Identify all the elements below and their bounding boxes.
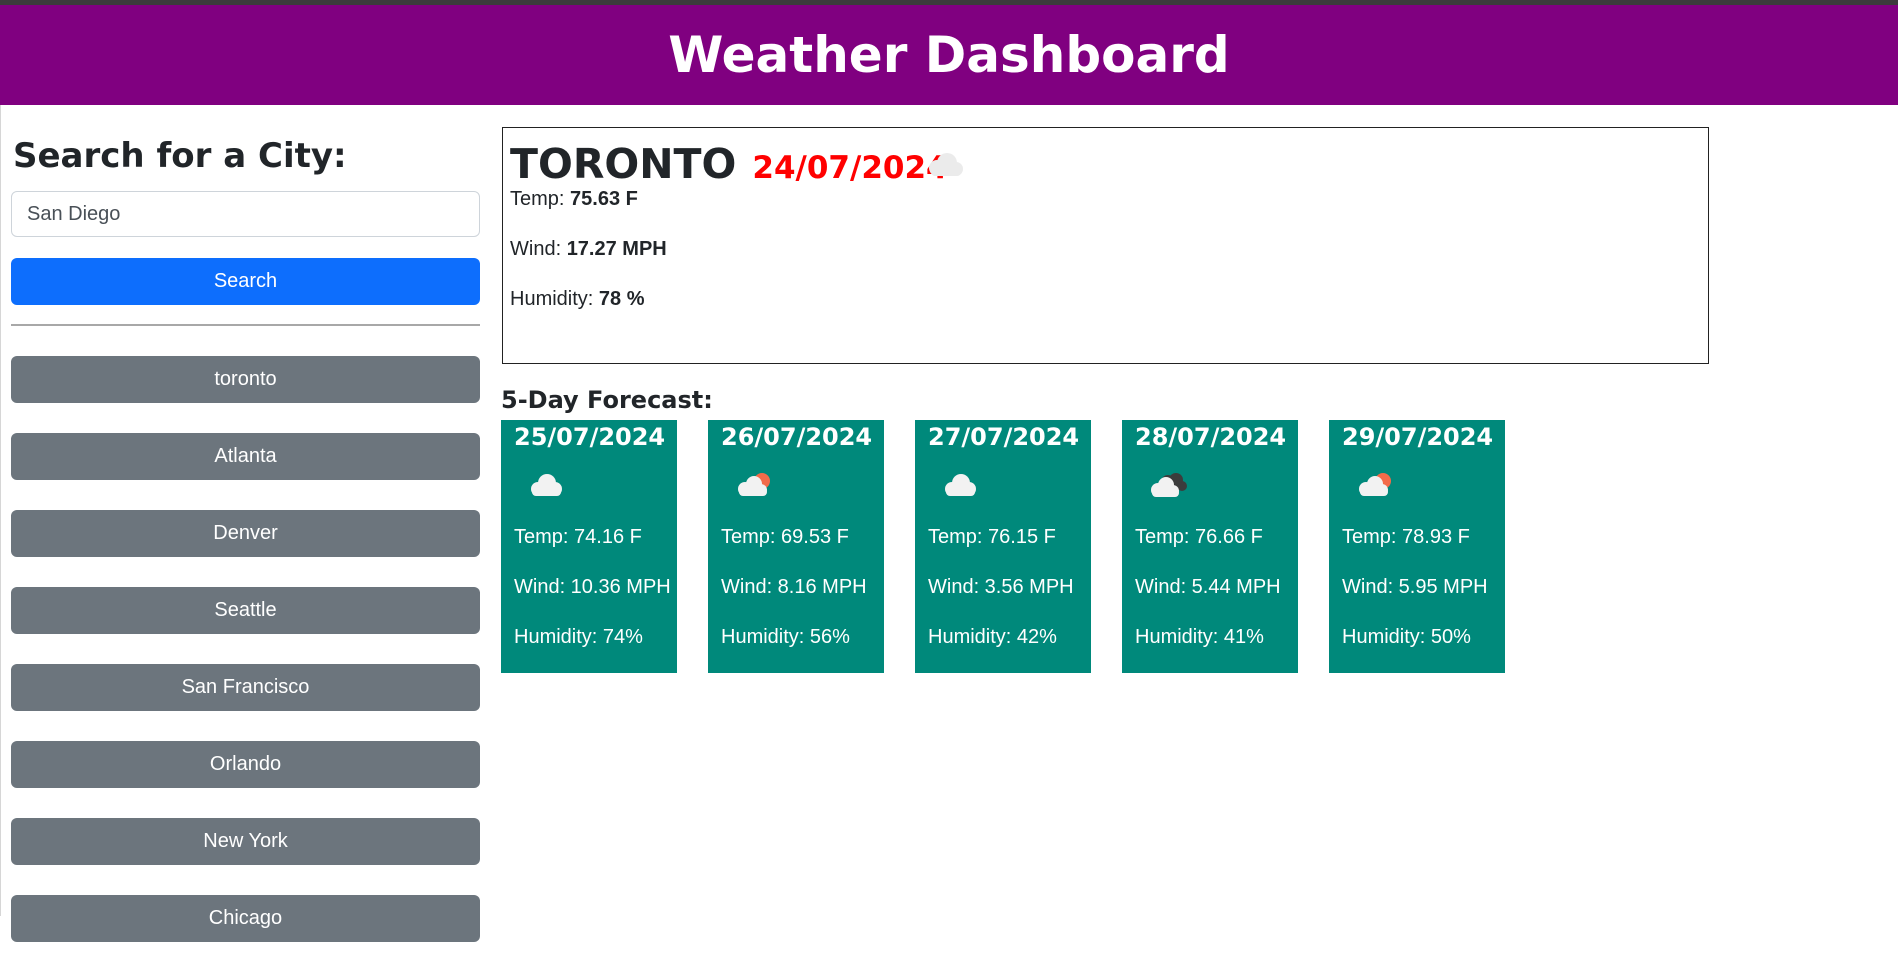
forecast-date: 26/07/2024 xyxy=(721,423,873,451)
search-history-list: toronto Atlanta Denver Seattle San Franc… xyxy=(11,356,480,972)
forecast-date: 29/07/2024 xyxy=(1342,423,1494,451)
humidity-label: Humidity: xyxy=(510,288,594,310)
history-button-seattle[interactable]: Seattle xyxy=(11,587,480,634)
temp-label: Temp: xyxy=(510,188,565,210)
forecast-date: 25/07/2024 xyxy=(514,423,666,451)
forecast-card: 27/07/2024 Temp: 76.15 F Wind: 3.56 MPH … xyxy=(915,420,1091,673)
current-temp: Temp: 75.63 F xyxy=(510,188,638,211)
app-header: Weather Dashboard xyxy=(0,5,1898,105)
history-button-denver[interactable]: Denver xyxy=(11,510,480,557)
forecast-card: 26/07/2024 Temp: 69.53 F Wind: 8.16 MPH … xyxy=(708,420,884,673)
current-title-row: TORONTO 24/07/2024 xyxy=(510,140,948,188)
partly-cloudy-sun-icon xyxy=(1353,470,1397,505)
forecast-humidity: Humidity: 42% xyxy=(928,626,1057,648)
search-button[interactable]: Search xyxy=(11,258,480,305)
humidity-value: 78 % xyxy=(598,288,645,310)
forecast-card: 25/07/2024 Temp: 74.16 F Wind: 10.36 MPH… xyxy=(501,420,677,673)
history-button-new-york[interactable]: New York xyxy=(11,818,480,865)
temp-value: 75.63 F xyxy=(570,188,638,210)
current-city-name: TORONTO xyxy=(510,140,737,188)
forecast-humidity: Humidity: 74% xyxy=(514,626,643,648)
forecast-temp: Temp: 69.53 F xyxy=(721,526,849,548)
forecast-humidity: Humidity: 50% xyxy=(1342,626,1471,648)
current-date: 24/07/2024 xyxy=(752,150,948,186)
wind-value: 17.27 MPH xyxy=(566,238,667,260)
wind-label: Wind: xyxy=(510,238,562,260)
history-button-san-francisco[interactable]: San Francisco xyxy=(11,664,480,711)
forecast-heading: 5-Day Forecast: xyxy=(501,386,713,414)
forecast-card: 28/07/2024 Temp: 76.66 F Wind: 5.44 MPH … xyxy=(1122,420,1298,673)
current-humidity: Humidity: 78 % xyxy=(510,288,645,311)
left-edge-line xyxy=(0,105,1,916)
history-button-toronto[interactable]: toronto xyxy=(11,356,480,403)
forecast-temp: Temp: 76.15 F xyxy=(928,526,1056,548)
cloud-icon xyxy=(939,470,981,505)
forecast-wind: Wind: 5.95 MPH xyxy=(1342,576,1488,598)
history-button-chicago[interactable]: Chicago xyxy=(11,895,480,942)
forecast-wind: Wind: 8.16 MPH xyxy=(721,576,867,598)
forecast-temp: Temp: 76.66 F xyxy=(1135,526,1263,548)
cloud-icon xyxy=(525,470,567,505)
broken-clouds-icon xyxy=(1146,470,1190,505)
history-button-orlando[interactable]: Orlando xyxy=(11,741,480,788)
search-heading: Search for a City: xyxy=(13,136,347,176)
forecast-humidity: Humidity: 56% xyxy=(721,626,850,648)
forecast-wind: Wind: 10.36 MPH xyxy=(514,576,671,598)
sidebar-divider xyxy=(11,324,480,326)
current-wind: Wind: 17.27 MPH xyxy=(510,238,667,261)
forecast-temp: Temp: 74.16 F xyxy=(514,526,642,548)
forecast-wind: Wind: 3.56 MPH xyxy=(928,576,1074,598)
page-title: Weather Dashboard xyxy=(668,26,1230,84)
forecast-date: 28/07/2024 xyxy=(1135,423,1287,451)
current-weather-panel: TORONTO 24/07/2024 Temp: 75.63 F Wind: 1… xyxy=(502,127,1709,364)
forecast-temp: Temp: 78.93 F xyxy=(1342,526,1470,548)
partly-cloudy-sun-icon xyxy=(732,470,776,505)
city-search-input[interactable] xyxy=(11,191,480,237)
forecast-card: 29/07/2024 Temp: 78.93 F Wind: 5.95 MPH … xyxy=(1329,420,1505,673)
forecast-wind: Wind: 5.44 MPH xyxy=(1135,576,1281,598)
history-button-atlanta[interactable]: Atlanta xyxy=(11,433,480,480)
forecast-date: 27/07/2024 xyxy=(928,423,1080,451)
forecast-humidity: Humidity: 41% xyxy=(1135,626,1264,648)
cloud-icon xyxy=(923,150,967,185)
